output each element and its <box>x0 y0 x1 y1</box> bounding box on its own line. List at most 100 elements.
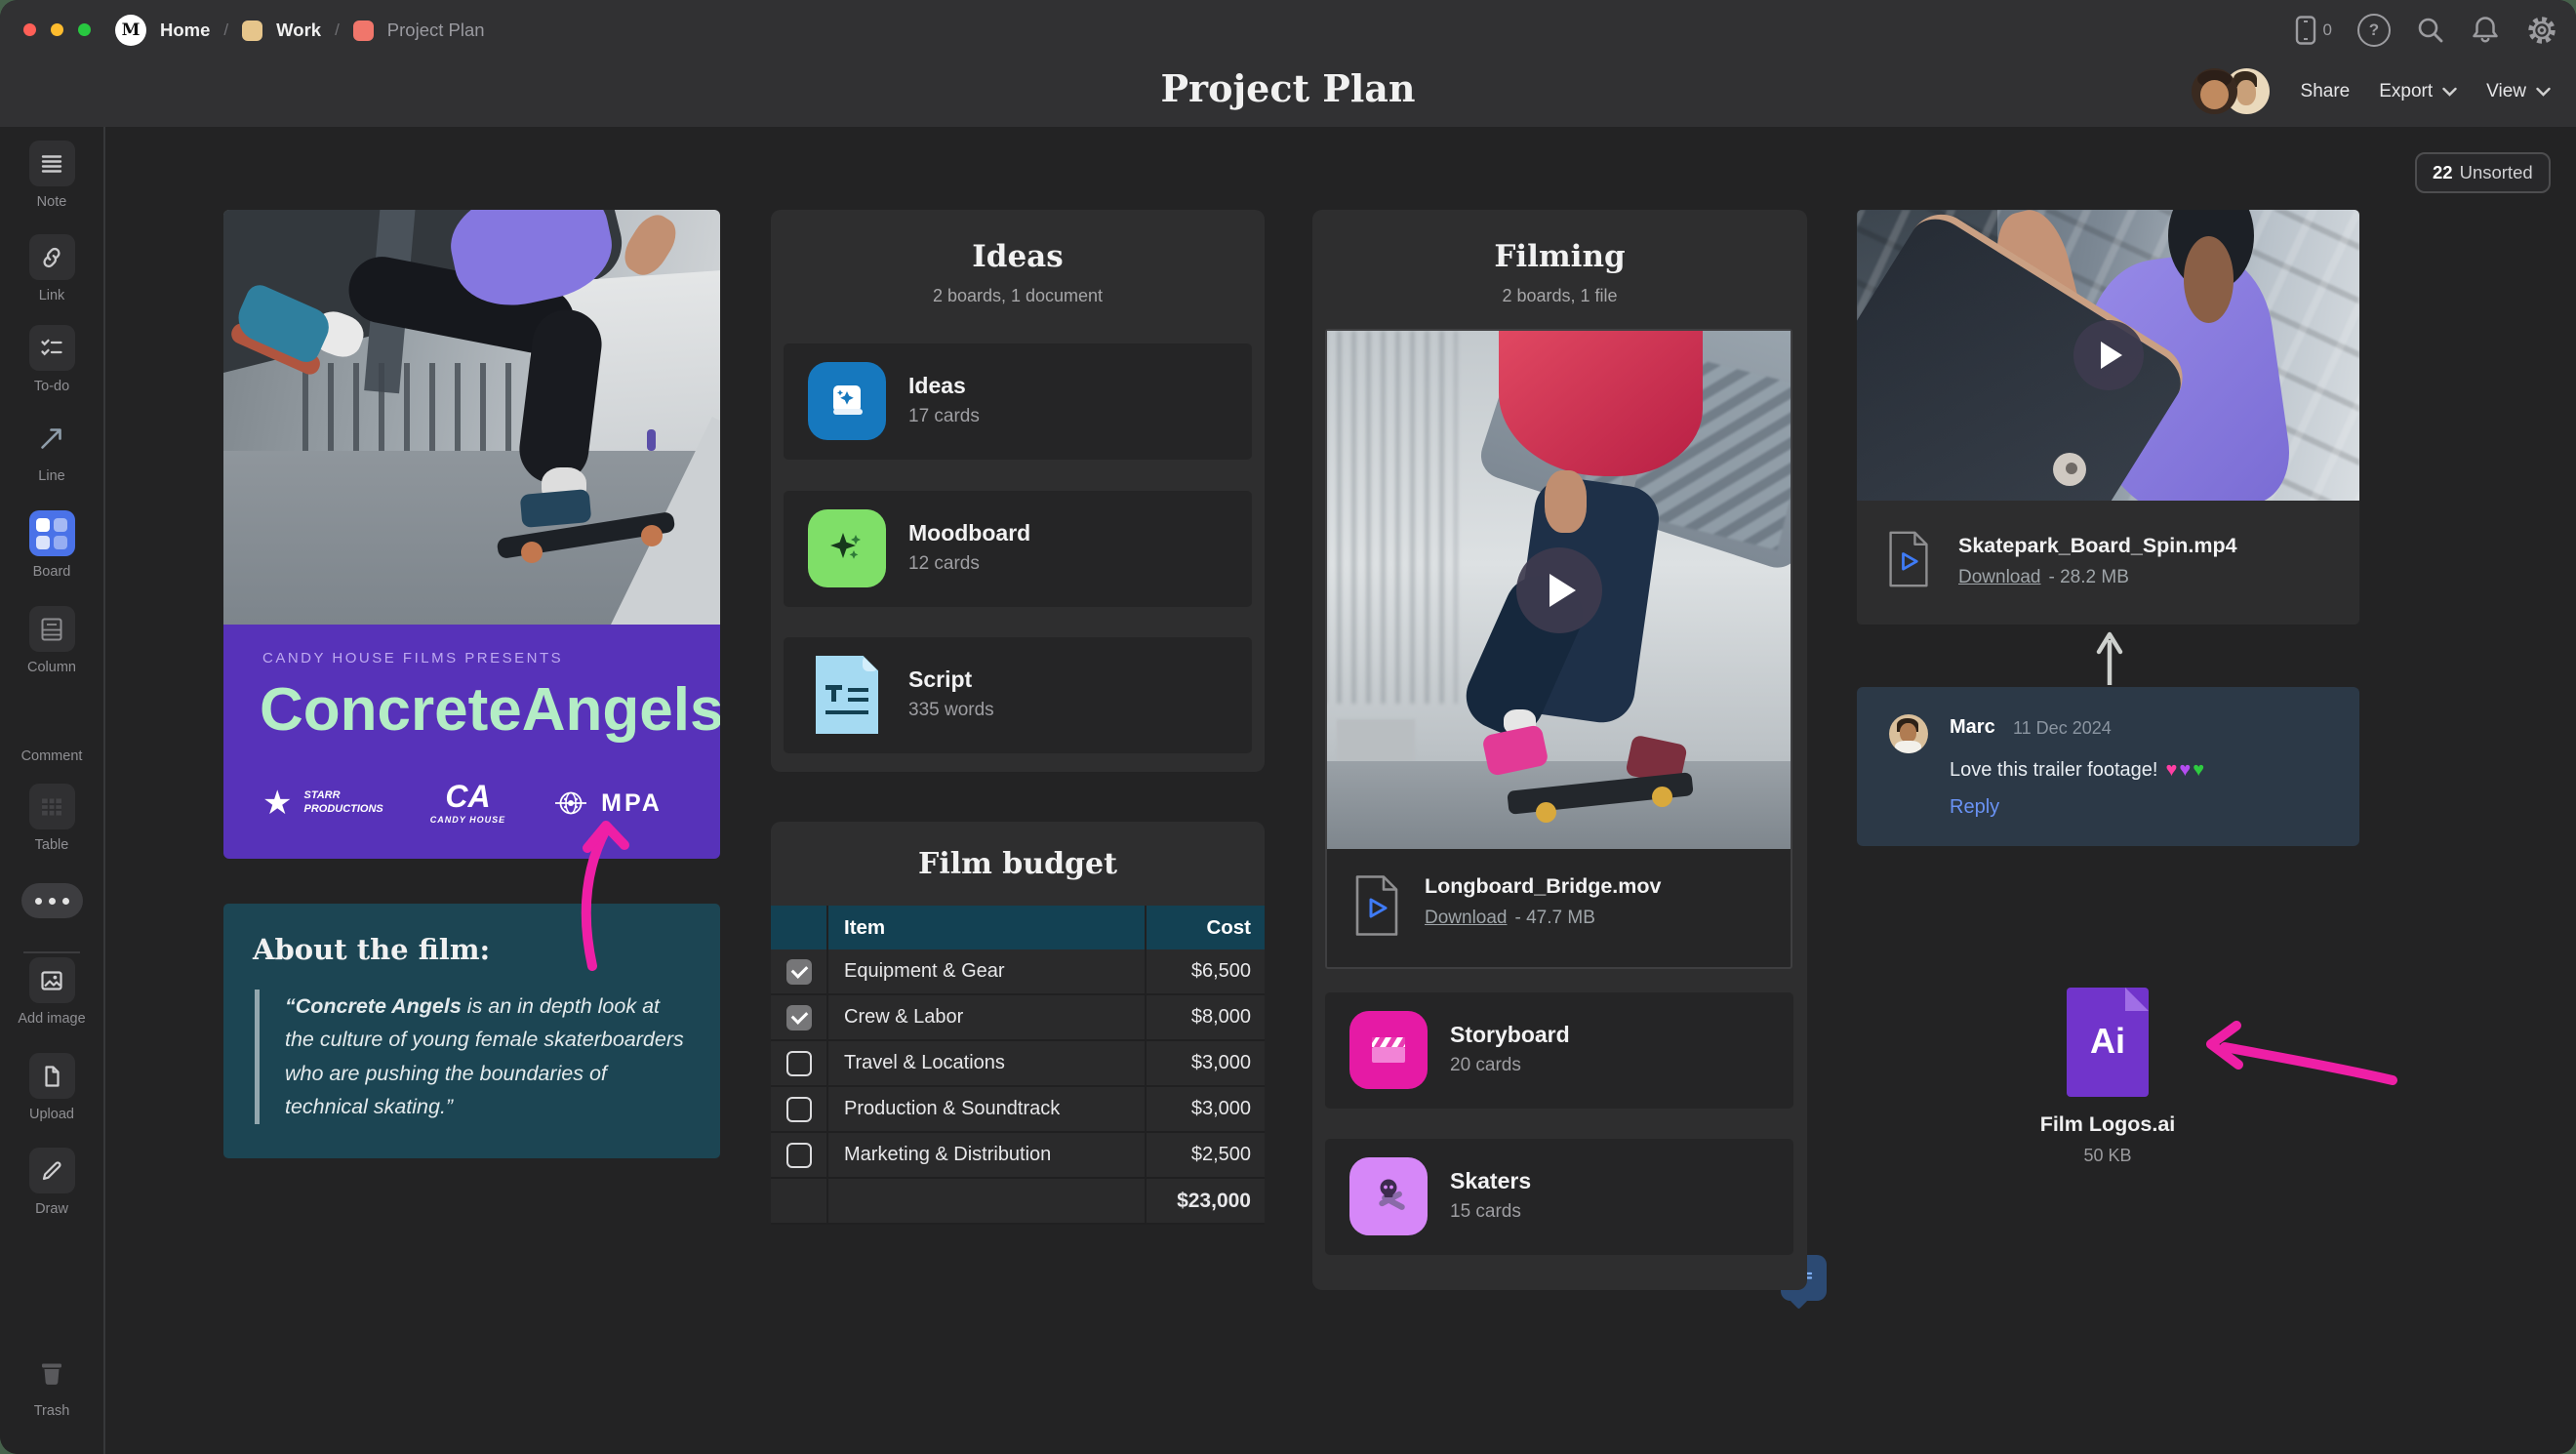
settings-gear-icon[interactable] <box>2525 14 2558 47</box>
file-name: Longboard_Bridge.mov <box>1425 874 1661 899</box>
download-link[interactable]: Download <box>1425 908 1508 928</box>
sidebar-item-upload[interactable]: Upload <box>0 1053 103 1122</box>
comment-card[interactable]: Marc 11 Dec 2024 Love this trailer foota… <box>1857 687 2359 846</box>
board-item-storyboard[interactable]: Storyboard 20 cards <box>1325 992 1793 1109</box>
trash-icon <box>37 1358 66 1388</box>
table-header-row: Item Cost <box>771 906 1265 949</box>
breadcrumb: M Home / Work / Project Plan <box>115 0 485 61</box>
comment-date: 11 Dec 2024 <box>2013 718 2112 739</box>
table-row: Equipment & Gear $6,500 <box>771 949 1265 995</box>
todo-checklist-icon <box>39 336 64 361</box>
purple-heart-icon: ♥ <box>2179 759 2191 781</box>
video-card-skatepark[interactable]: Skatepark_Board_Spin.mp4 Download- 28.2 … <box>1857 210 2359 625</box>
project-plan-folder-icon[interactable] <box>353 20 374 41</box>
export-menu[interactable]: Export <box>2379 81 2457 102</box>
checkbox-unchecked[interactable] <box>786 1097 812 1122</box>
longboard-video-thumbnail <box>1327 331 1791 849</box>
sidebar-item-trash[interactable]: Trash <box>0 1350 103 1419</box>
checkbox-unchecked[interactable] <box>786 1051 812 1076</box>
video-file-icon <box>1886 530 1931 593</box>
avatar[interactable] <box>2192 68 2237 114</box>
board-canvas[interactable]: CANDY HOUSE FILMS PRESENTS ConcreteAngel… <box>105 127 2576 1454</box>
ideas-board-icon <box>808 362 886 440</box>
video-card-longboard[interactable]: Longboard_Bridge.mov Download- 47.7 MB <box>1325 329 1792 969</box>
file-size: 50 KB <box>1961 1146 2254 1166</box>
about-quote: “Concrete Angels is an in depth look at … <box>255 990 687 1124</box>
poster-film-title: ConcreteAngels <box>260 675 720 745</box>
document-item-script[interactable]: Script 335 words <box>784 637 1252 753</box>
zoom-window-button[interactable] <box>78 23 91 36</box>
sidebar-item-draw[interactable]: Draw <box>0 1148 103 1217</box>
ai-file-icon: Ai <box>2067 988 2149 1097</box>
skull-crossbones-icon <box>1349 1157 1428 1235</box>
collab-controls: Share Export View <box>2192 68 2551 114</box>
board-item-skaters[interactable]: Skaters 15 cards <box>1325 1139 1793 1255</box>
play-button[interactable] <box>1516 547 1602 633</box>
film-budget-card[interactable]: Film budget Item Cost Equipment & Gear $… <box>771 822 1265 1224</box>
sidebar-item-board[interactable]: Board <box>0 510 103 580</box>
board-icon <box>36 518 67 549</box>
poster-title-block: CANDY HOUSE FILMS PRESENTS ConcreteAngel… <box>223 625 720 859</box>
minimize-window-button[interactable] <box>51 23 63 36</box>
play-button[interactable] <box>2073 320 2144 390</box>
collaborator-avatars[interactable] <box>2192 68 2272 114</box>
mpa-globe-icon <box>552 790 589 816</box>
budget-table: Item Cost Equipment & Gear $6,500 Crew &… <box>771 906 1265 1225</box>
tool-sidebar: Note Link To-do Line Board Column Commen… <box>0 127 105 1454</box>
milanote-logo-icon[interactable]: M <box>115 15 146 46</box>
sidebar-item-line[interactable]: Line <box>0 415 103 484</box>
table-icon <box>39 794 64 820</box>
sidebar-item-comment[interactable]: Comment <box>0 695 103 764</box>
more-dots-icon <box>21 883 83 918</box>
checkbox-unchecked[interactable] <box>786 1143 812 1168</box>
app-window: M Home / Work / Project Plan 0 ? <box>0 0 2576 1454</box>
storyboard-icon <box>1349 1011 1428 1089</box>
ideas-column[interactable]: Ideas 2 boards, 1 document Ideas 17 card… <box>771 210 1265 772</box>
sidebar-item-more[interactable] <box>0 883 103 918</box>
help-icon[interactable]: ? <box>2357 14 2391 47</box>
file-name: Film Logos.ai <box>1961 1112 2254 1137</box>
green-heart-icon: ♥ <box>2193 759 2204 781</box>
file-meta: Download- 28.2 MB <box>1958 567 2129 588</box>
table-row: Marketing & Distribution $2,500 <box>771 1133 1265 1179</box>
file-meta: Download- 47.7 MB <box>1425 908 1595 929</box>
top-chrome: M Home / Work / Project Plan 0 ? <box>0 0 2576 127</box>
column-title: Filming <box>1312 239 1807 274</box>
script-document-icon <box>808 656 886 734</box>
skateboarder-photo <box>223 210 720 625</box>
breadcrumb-project-plan[interactable]: Project Plan <box>387 20 485 41</box>
unsorted-badge[interactable]: 22 Unsorted <box>2415 152 2551 193</box>
breadcrumb-separator: / <box>223 20 228 40</box>
sidebar-item-todo[interactable]: To-do <box>0 325 103 394</box>
column-icon <box>39 617 64 642</box>
board-item-ideas[interactable]: Ideas 17 cards <box>784 343 1252 460</box>
download-link[interactable]: Download <box>1958 567 2041 587</box>
sidebar-item-note[interactable]: Note <box>0 141 103 210</box>
column-title: Ideas <box>771 239 1265 274</box>
reply-link[interactable]: Reply <box>1950 796 1999 819</box>
comment-author: Marc <box>1950 716 1995 739</box>
about-note-card[interactable]: About the film: “Concrete Angels is an i… <box>223 904 720 1158</box>
work-folder-icon[interactable] <box>242 20 262 41</box>
sidebar-item-add-image[interactable]: Add image <box>0 957 103 1027</box>
sidebar-item-column[interactable]: Column <box>0 606 103 675</box>
breadcrumb-home[interactable]: Home <box>160 20 210 41</box>
filming-column[interactable]: Filming 2 boards, 1 file Longboard_Bridg… <box>1312 210 1807 1290</box>
breadcrumb-work[interactable]: Work <box>276 20 321 41</box>
share-button[interactable]: Share <box>2301 81 2351 102</box>
close-window-button[interactable] <box>23 23 36 36</box>
sidebar-item-table[interactable]: Table <box>0 784 103 853</box>
sidebar-item-link[interactable]: Link <box>0 234 103 303</box>
poster-image-card[interactable]: CANDY HOUSE FILMS PRESENTS ConcreteAngel… <box>223 210 720 859</box>
mobile-devices-button[interactable]: 0 <box>2294 15 2332 46</box>
file-card-film-logos[interactable]: Ai Film Logos.ai 50 KB <box>1961 988 2254 1271</box>
table-total-row: $23,000 <box>771 1179 1265 1225</box>
board-item-moodboard[interactable]: Moodboard 12 cards <box>784 491 1252 607</box>
search-icon[interactable] <box>2416 16 2445 45</box>
notifications-bell-icon[interactable] <box>2471 15 2500 46</box>
checkbox-checked[interactable] <box>786 959 812 985</box>
chevron-down-icon <box>2442 87 2457 97</box>
pink-heart-icon: ♥ <box>2165 759 2177 781</box>
view-menu[interactable]: View <box>2486 81 2551 102</box>
checkbox-checked[interactable] <box>786 1005 812 1030</box>
